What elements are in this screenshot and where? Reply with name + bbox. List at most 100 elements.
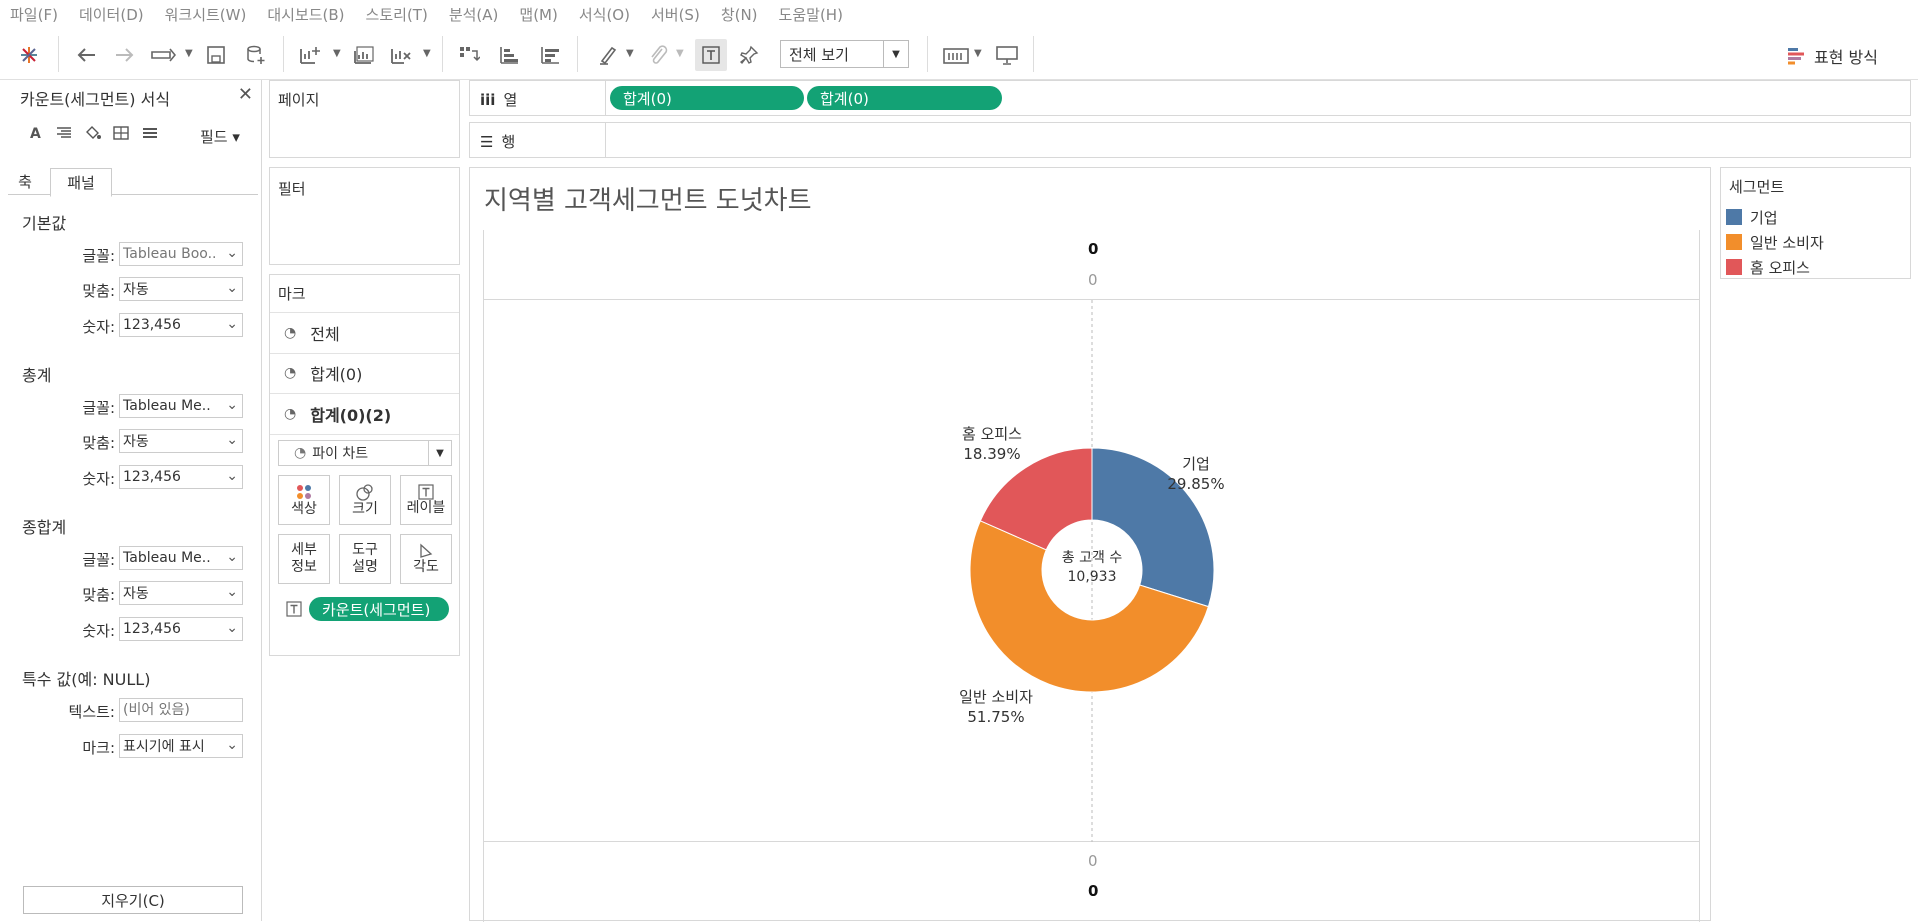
menu-data[interactable]: 데이터(D)	[79, 4, 144, 25]
highlight-icon[interactable]	[595, 42, 621, 68]
pin-icon[interactable]	[736, 42, 762, 68]
label-button[interactable]: 레이블	[400, 475, 452, 525]
alignment-select[interactable]: 자동 ⌄	[119, 277, 243, 301]
columns-shelf[interactable]: iii 열 합계(0) 합계(0)	[469, 80, 1911, 116]
menu-map[interactable]: 맵(M)	[519, 4, 557, 25]
chevron-down-icon[interactable]: ▼	[676, 48, 684, 59]
show-cards-icon[interactable]	[943, 42, 969, 68]
show-mark-labels-icon[interactable]	[695, 39, 727, 71]
font-select[interactable]: Tableau Boo.. ⌄	[119, 242, 243, 266]
alignment-format-icon[interactable]	[56, 126, 72, 144]
menu-window[interactable]: 창(N)	[721, 4, 758, 25]
columns-shelf-title: 열	[503, 91, 518, 109]
detail-button[interactable]: 세부 정보	[278, 534, 330, 584]
legend-item-home-office[interactable]: 홈 오피스	[1726, 257, 1810, 277]
pages-card[interactable]: 페이지	[269, 80, 460, 158]
filters-card[interactable]: 필터	[269, 167, 460, 265]
duplicate-sheet-icon[interactable]	[351, 42, 377, 68]
menu-server[interactable]: 서버(S)	[651, 4, 700, 25]
mark-select[interactable]: 표시기에 표시 ⌄	[119, 734, 243, 758]
number-select[interactable]: 123,456 ⌄	[119, 617, 243, 641]
text-label: 텍스트:	[68, 703, 115, 721]
shading-format-icon[interactable]	[84, 126, 102, 144]
show-me-button[interactable]: 표현 방식	[1788, 44, 1878, 68]
group-members-icon[interactable]	[645, 42, 671, 68]
tableau-logo-icon[interactable]	[16, 42, 42, 68]
font-select[interactable]: Tableau Me.. ⌄	[119, 546, 243, 570]
show-me-icon	[1788, 48, 1805, 65]
legend-swatch	[1726, 259, 1742, 275]
alignment-select[interactable]: 자동 ⌄	[119, 581, 243, 605]
menu-worksheet[interactable]: 워크시트(W)	[165, 4, 247, 25]
chevron-down-icon[interactable]: ▼	[333, 48, 341, 59]
clear-button[interactable]: 지우기(C)	[23, 886, 243, 914]
save-icon[interactable]	[203, 42, 229, 68]
chevron-down-icon: ⌄	[226, 432, 238, 448]
swap-rows-columns-icon[interactable]	[456, 42, 482, 68]
menu-analysis[interactable]: 분석(A)	[449, 4, 499, 25]
count-segment-pill[interactable]: 카운트(세그먼트)	[309, 597, 449, 621]
label-icon	[418, 483, 434, 500]
legend-item-label: 일반 소비자	[1750, 233, 1824, 252]
lines-format-icon[interactable]	[142, 126, 158, 144]
marks-tab-sum0-2[interactable]: ◔ 합계(0)(2)	[270, 394, 459, 435]
angle-button[interactable]: 각도	[400, 534, 452, 584]
borders-format-icon[interactable]	[113, 126, 129, 144]
close-icon[interactable]: ✕	[238, 84, 253, 105]
new-worksheet-icon[interactable]	[297, 42, 323, 68]
number-select[interactable]: 123,456 ⌄	[119, 313, 243, 337]
format-pane: 카운트(세그먼트) 서식 ✕ A 필드 ▾ 축 패널 기본값 글꼴: Table…	[0, 80, 262, 921]
marks-tab-all[interactable]: ◔ 전체	[270, 312, 459, 354]
chevron-down-icon: ⌄	[226, 316, 238, 332]
chevron-down-icon: ⌄	[226, 280, 238, 296]
number-select-value: 123,456	[123, 469, 181, 485]
presentation-mode-icon[interactable]	[994, 42, 1020, 68]
sort-ascending-icon[interactable]	[496, 42, 522, 68]
font-select[interactable]: Tableau Me.. ⌄	[119, 394, 243, 418]
fit-select[interactable]: 전체 보기 ▼	[780, 40, 909, 68]
mark-label: 마크:	[82, 739, 115, 757]
donut-chart	[969, 300, 1215, 842]
menu-file[interactable]: 파일(F)	[10, 4, 58, 25]
tab-pane[interactable]: 패널	[50, 168, 112, 197]
redo-icon[interactable]	[112, 42, 138, 68]
chevron-down-icon[interactable]: ▼	[423, 48, 431, 59]
clear-sheet-icon[interactable]	[388, 42, 414, 68]
alignment-select[interactable]: 자동 ⌄	[119, 429, 243, 453]
special-text-input[interactable]	[119, 698, 243, 722]
chevron-down-icon[interactable]: ▼	[626, 48, 634, 59]
menu-dashboard[interactable]: 대시보드(B)	[267, 4, 344, 25]
menu-story[interactable]: 스토리(T)	[366, 4, 428, 25]
marks-tab-sum0-label: 합계(0)	[310, 365, 363, 384]
column-pill-sum0[interactable]: 합계(0)	[610, 86, 804, 110]
undo-icon[interactable]	[73, 42, 99, 68]
section-grand-totals-title: 종합계	[22, 518, 67, 537]
rows-shelf[interactable]: ☰ 행	[469, 122, 1911, 158]
toolbar: ▼ ▼ ▼ ▼ ▼ 전체 보기 ▼ ▼ 표현 방식	[0, 28, 1918, 80]
marks-tab-sum0-2-label: 합계(0)(2)	[310, 406, 392, 425]
legend-item-corporate[interactable]: 기업	[1726, 207, 1778, 227]
forward-replay-icon[interactable]	[150, 42, 176, 68]
tab-axis[interactable]: 축	[8, 168, 42, 194]
chevron-down-icon: ⌄	[226, 549, 238, 565]
legend-item-consumer[interactable]: 일반 소비자	[1726, 232, 1824, 252]
column-pill-sum0-2[interactable]: 합계(0)	[807, 86, 1002, 110]
size-label: 크기	[352, 500, 378, 517]
mark-type-select[interactable]: ◔ 파이 차트 ▼	[278, 440, 452, 466]
chevron-down-icon[interactable]: ▼	[974, 48, 982, 59]
color-button[interactable]: 색상	[278, 475, 330, 525]
menu-help[interactable]: 도움말(H)	[779, 4, 843, 25]
marks-title: 마크	[278, 285, 306, 303]
fields-dropdown[interactable]: 필드 ▾	[200, 126, 240, 147]
menu-format[interactable]: 서식(O)	[579, 4, 630, 25]
marks-tab-sum0[interactable]: ◔ 합계(0)	[270, 353, 459, 394]
new-data-source-icon[interactable]	[243, 42, 269, 68]
center-label-value: 10,933	[1067, 569, 1117, 585]
tooltip-button[interactable]: 도구 설명	[339, 534, 391, 584]
chevron-down-icon[interactable]: ▼	[185, 48, 193, 59]
size-button[interactable]: 크기	[339, 475, 391, 525]
chevron-down-icon: ⌄	[226, 737, 238, 753]
number-select[interactable]: 123,456 ⌄	[119, 465, 243, 489]
sort-descending-icon[interactable]	[537, 42, 563, 68]
font-format-icon[interactable]: A	[30, 126, 41, 142]
